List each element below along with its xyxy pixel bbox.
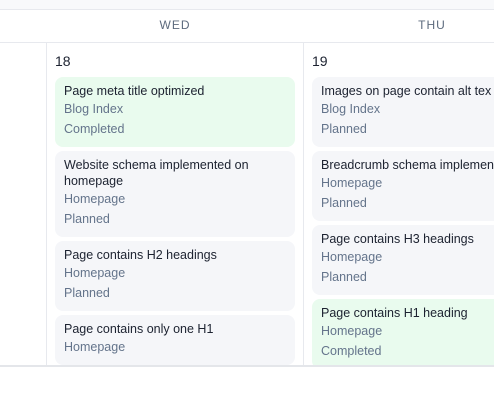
task-title: Page meta title optimized: [64, 84, 205, 98]
task-card[interactable]: Images on page contain alt tex Blog Inde…: [312, 77, 494, 147]
task-status: Planned: [64, 212, 110, 226]
task-page: Homepage: [64, 340, 126, 354]
task-page: Blog Index: [321, 102, 381, 116]
calendar-frame: WED THU 18 Page meta title optimized Blo…: [0, 0, 494, 405]
task-page: Homepage: [321, 176, 383, 190]
day-header-wed: WED: [159, 18, 191, 32]
task-page: Homepage: [321, 250, 383, 264]
task-status: Planned: [321, 122, 367, 136]
day-number: 19: [312, 53, 328, 69]
task-status: Completed: [321, 344, 382, 358]
task-title: Page contains H2 headings: [64, 248, 217, 262]
task-page: Homepage: [64, 192, 126, 206]
task-title: Images on page contain alt tex: [321, 84, 492, 98]
task-title: Website schema implemented on homepage: [64, 158, 249, 188]
task-title: Page contains only one H1: [64, 322, 214, 336]
task-card[interactable]: Page meta title optimized Blog Index Com…: [55, 77, 295, 147]
top-toolbar-strip: [0, 0, 494, 10]
task-card[interactable]: Page contains H3 headings Homepage Plann…: [312, 225, 494, 295]
task-title: Page contains H3 headings: [321, 232, 474, 246]
task-page: Blog Index: [64, 102, 124, 116]
task-status: Planned: [321, 270, 367, 284]
footer-area: [0, 367, 494, 405]
day-column-thu[interactable]: 19 Images on page contain alt tex Blog I…: [304, 43, 494, 365]
task-card[interactable]: Page contains H2 headings Homepage Plann…: [55, 241, 295, 311]
task-status: Planned: [64, 286, 110, 300]
task-card[interactable]: Breadcrumb schema implemen Homepage Plan…: [312, 151, 494, 221]
task-page: Homepage: [321, 324, 383, 338]
task-card[interactable]: Page contains only one H1 Homepage: [55, 315, 295, 365]
day-number: 18: [55, 53, 71, 69]
task-page: Homepage: [64, 266, 126, 280]
week-calendar: WED THU 18 Page meta title optimized Blo…: [0, 10, 494, 365]
day-column-wed[interactable]: 18 Page meta title optimized Blog Index …: [47, 43, 303, 365]
day-header-thu: THU: [418, 18, 446, 32]
task-status: Completed: [64, 122, 125, 136]
task-card[interactable]: Page contains H1 heading Homepage Comple…: [312, 299, 494, 365]
task-title: Page contains H1 heading: [321, 306, 468, 320]
task-card[interactable]: Website schema implemented on homepage H…: [55, 151, 295, 237]
task-title: Breadcrumb schema implemen: [321, 158, 494, 172]
task-status: Planned: [321, 196, 367, 210]
